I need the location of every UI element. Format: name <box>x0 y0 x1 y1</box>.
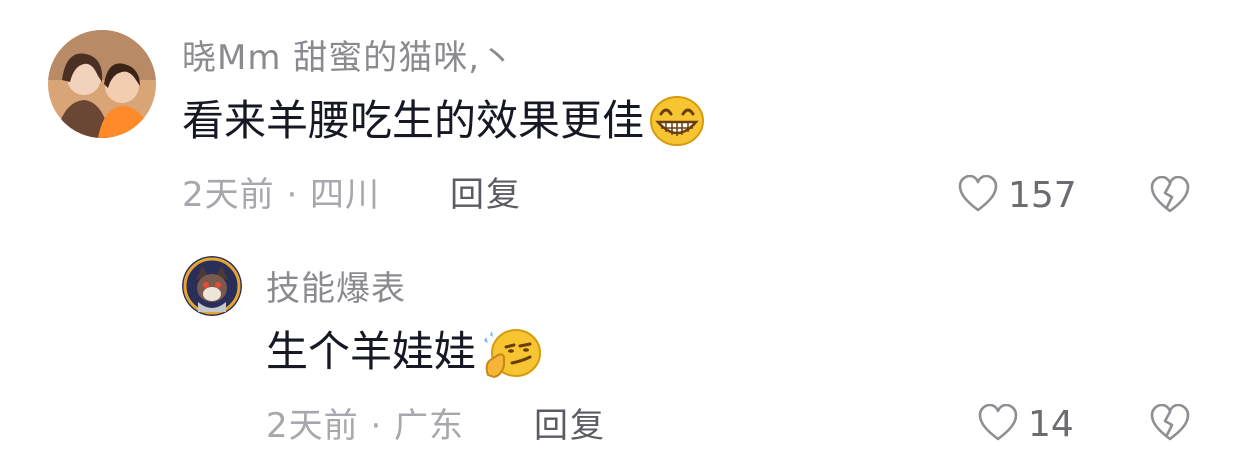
dislike-button[interactable] <box>1150 403 1190 446</box>
comment-text-content: 看来羊腰吃生的效果更佳 <box>182 96 645 145</box>
broken-heart-icon <box>1150 403 1190 446</box>
heart-icon <box>978 403 1018 446</box>
comment-text-content: 生个羊娃娃 <box>266 327 477 376</box>
like-button[interactable]: 157 <box>958 174 1077 217</box>
like-count: 157 <box>1008 175 1077 216</box>
comment-item: 晓Mm 甜蜜的猫咪,丶 看来羊腰吃生的效果更佳 2天前 · 四川 回复 157 <box>0 0 1242 240</box>
heart-icon <box>958 174 998 217</box>
broken-heart-icon <box>1150 175 1190 218</box>
dislike-button[interactable] <box>1150 175 1190 218</box>
reply-item: 技能爆表 生个羊娃娃 2天前 · 广东 回复 14 <box>0 240 1242 468</box>
grinning-face-emoji-icon <box>648 94 706 148</box>
avatar[interactable] <box>182 256 242 316</box>
comment-text: 生个羊娃娃 <box>266 325 544 379</box>
username[interactable]: 技能爆表 <box>266 269 406 309</box>
comment-meta: 2天前 · 四川 <box>182 175 381 215</box>
reply-button[interactable]: 回复 <box>534 406 606 446</box>
like-count: 14 <box>1028 404 1074 445</box>
comment-text: 看来羊腰吃生的效果更佳 <box>182 94 706 148</box>
like-button[interactable]: 14 <box>978 403 1074 446</box>
username[interactable]: 晓Mm 甜蜜的猫咪,丶 <box>182 38 515 78</box>
comment-meta: 2天前 · 广东 <box>266 406 465 446</box>
avatar[interactable] <box>48 30 156 138</box>
reply-button[interactable]: 回复 <box>450 175 522 215</box>
smirk-snap-emoji-icon <box>480 325 544 379</box>
